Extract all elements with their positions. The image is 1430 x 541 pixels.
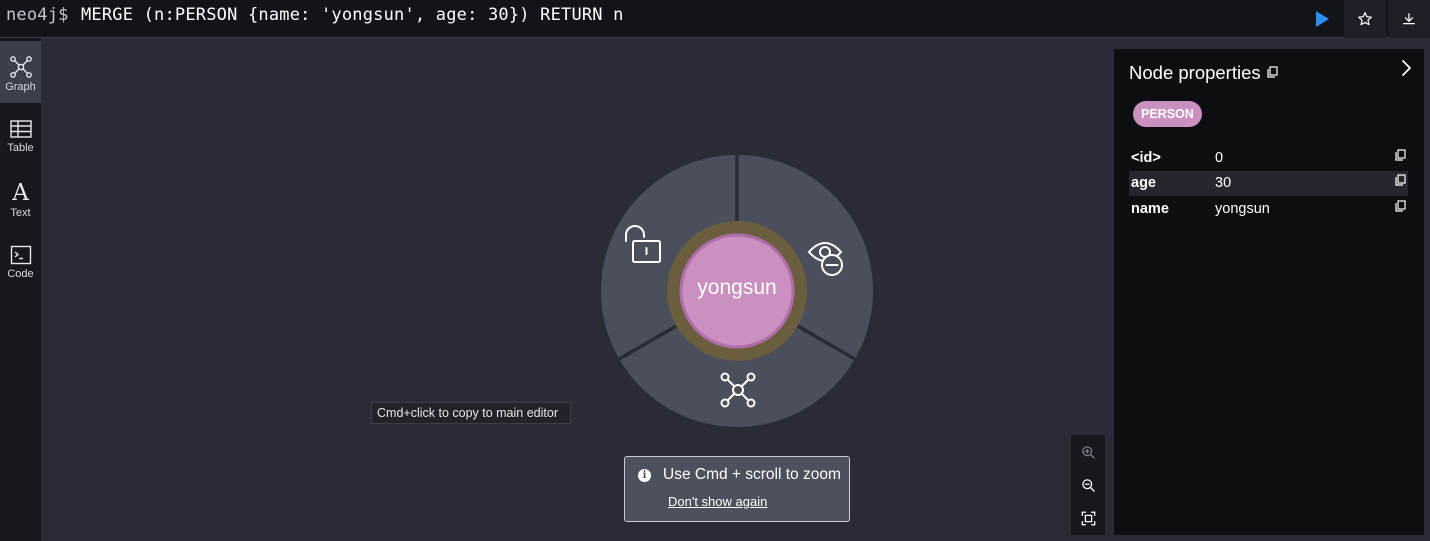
- tab-text-label: Text: [10, 207, 31, 219]
- property-row: age 30: [1129, 171, 1408, 196]
- info-icon: i: [638, 469, 651, 482]
- fit-to-screen-button[interactable]: [1071, 502, 1105, 534]
- code-icon: [10, 245, 31, 265]
- query-editor-bar: neo4j$ MERGE (n:PERSON {name: 'yongsun',…: [0, 0, 1430, 38]
- tab-code[interactable]: Code: [0, 230, 41, 292]
- star-icon: [1358, 12, 1372, 26]
- favorite-button[interactable]: [1344, 0, 1386, 38]
- copy-icon[interactable]: [1395, 149, 1406, 161]
- zoom-out-icon: [1081, 478, 1095, 492]
- editor-prompt: neo4j$: [6, 5, 69, 25]
- tab-table[interactable]: Table: [0, 104, 41, 166]
- tab-table-label: Table: [7, 142, 34, 154]
- fit-to-screen-icon: [1081, 511, 1095, 525]
- property-value: 30: [1215, 175, 1232, 191]
- download-icon: [1403, 13, 1415, 25]
- copy-icon[interactable]: [1395, 200, 1406, 212]
- table-icon: [9, 120, 32, 138]
- zoom-in-button[interactable]: [1071, 436, 1105, 468]
- run-button[interactable]: [1302, 0, 1342, 38]
- zoom-controls: [1071, 435, 1105, 535]
- zoom-hint-text: Use Cmd + scroll to zoom: [663, 466, 841, 483]
- graph-icon: [9, 56, 32, 78]
- text-icon: A: [12, 180, 29, 206]
- property-value: 0: [1215, 150, 1224, 166]
- play-icon: [1316, 11, 1329, 27]
- zoom-hint-banner: i Use Cmd + scroll to zoom Don't show ag…: [624, 456, 850, 522]
- chevron-right-icon[interactable]: [1398, 58, 1414, 78]
- copy-icon[interactable]: [1395, 174, 1406, 186]
- zoom-in-icon: [1081, 445, 1095, 459]
- property-key: name: [1131, 201, 1169, 217]
- copy-icon[interactable]: [1267, 66, 1278, 78]
- property-key: <id>: [1131, 150, 1161, 166]
- result-view-tabs: Graph Table A Text Code: [0, 38, 41, 541]
- property-row: name yongsun: [1129, 197, 1408, 222]
- tab-code-label: Code: [7, 268, 34, 280]
- dont-show-again-link[interactable]: Don't show again: [668, 494, 767, 509]
- node-caption: yongsun: [697, 276, 777, 299]
- property-row: <id> 0: [1129, 146, 1408, 171]
- panel-title: Node properties: [1129, 62, 1261, 83]
- copy-tooltip: Cmd+click to copy to main editor: [371, 402, 571, 424]
- property-value: yongsun: [1215, 201, 1270, 217]
- node-properties-panel: Node properties PERSON <id> 0 age 30 nam…: [1114, 49, 1424, 535]
- download-button[interactable]: [1388, 0, 1430, 38]
- label-badge-person[interactable]: PERSON: [1133, 101, 1202, 127]
- tab-graph[interactable]: Graph: [0, 41, 41, 103]
- query-input[interactable]: MERGE (n:PERSON {name: 'yongsun', age: 3…: [81, 5, 624, 25]
- tab-text[interactable]: A Text: [0, 167, 41, 229]
- property-key: age: [1131, 175, 1156, 191]
- zoom-out-button[interactable]: [1071, 469, 1105, 501]
- tab-graph-label: Graph: [5, 81, 36, 93]
